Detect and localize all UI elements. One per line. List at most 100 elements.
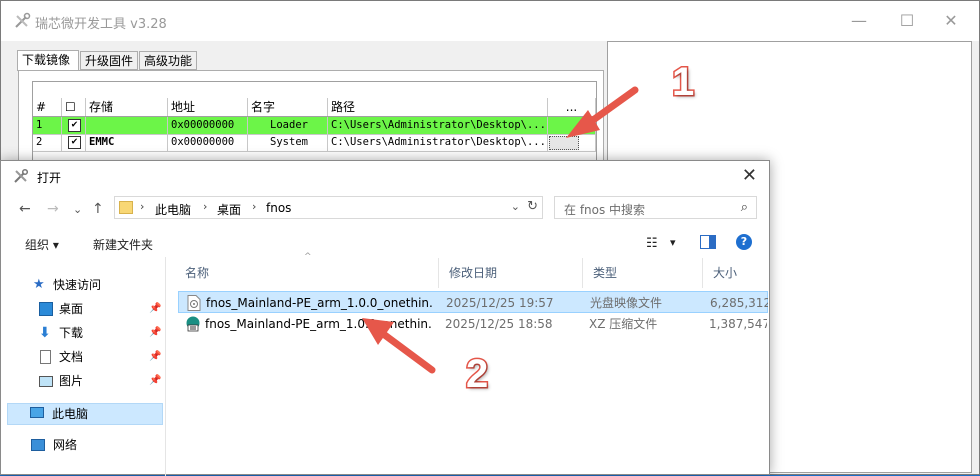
row-checkbox[interactable]: ✔	[68, 119, 81, 132]
address-bar[interactable]: › 此电脑 › 桌面 › fnos ⌄ ↻	[114, 196, 543, 219]
computer-icon	[30, 407, 44, 418]
tools-icon	[14, 168, 29, 183]
tab-advanced[interactable]: 高级功能	[139, 51, 197, 70]
pin-icon[interactable]: 📌	[149, 347, 161, 367]
column-name[interactable]: 名称	[175, 258, 439, 288]
nav-label: 下载	[59, 326, 84, 340]
forward-arrow-icon[interactable]: →	[47, 201, 59, 217]
tab-upgrade-firmware[interactable]: 升级固件	[80, 51, 138, 70]
tools-icon	[15, 12, 31, 28]
header-num[interactable]: #	[33, 98, 62, 116]
nav-label: 快速访问	[53, 278, 102, 292]
breadcrumb-fnos[interactable]: fnos	[266, 201, 291, 215]
column-size[interactable]: 大小	[703, 258, 769, 288]
recent-locations-icon[interactable]: ⌄	[73, 203, 82, 216]
row-name[interactable]: Loader	[248, 117, 328, 134]
nav-label: 此电脑	[52, 407, 89, 421]
column-type[interactable]: 类型	[583, 258, 703, 288]
tab-download-image[interactable]: 下载镜像	[17, 50, 79, 71]
dialog-close-button[interactable]: ✕	[742, 165, 757, 186]
chevron-right-icon[interactable]: ›	[252, 200, 256, 213]
file-size: 6,285,312	[710, 296, 768, 310]
picture-icon	[39, 376, 53, 387]
row-check-cell: ✔	[62, 134, 86, 151]
nav-item-desktop[interactable]: 桌面 📌	[1, 299, 163, 319]
pin-icon[interactable]: 📌	[149, 371, 161, 391]
file-row[interactable]: fnos_Mainland-PE_arm_1.0.0_onethin... 20…	[178, 313, 768, 335]
maximize-button[interactable]: ☐	[897, 11, 917, 31]
file-size: 1,387,547	[709, 317, 767, 331]
table-row[interactable]: 1 ✔ 0x00000000 Loader C:\Users\Administr…	[33, 117, 596, 135]
nav-label: 文档	[59, 350, 84, 364]
row-storage[interactable]	[86, 117, 168, 134]
row-address[interactable]: 0x00000000	[168, 117, 248, 134]
header-more[interactable]: ...	[548, 98, 596, 116]
row-checkbox[interactable]: ✔	[68, 136, 81, 149]
breadcrumb-desktop[interactable]: 桌面	[217, 201, 241, 218]
dialog-title: 打开	[37, 171, 62, 185]
preview-pane-icon[interactable]	[700, 235, 716, 252]
close-button[interactable]: ✕	[941, 11, 961, 31]
row-browse-cell[interactable]	[548, 117, 596, 134]
chevron-down-icon[interactable]: ⌄	[511, 200, 520, 213]
header-name[interactable]: 名字	[248, 98, 328, 116]
disc-image-icon	[187, 295, 201, 311]
row-num: 1	[33, 117, 62, 134]
table-row[interactable]: 2 ✔ EMMC 0x00000000 System C:\Users\Admi…	[33, 134, 596, 152]
minimize-button[interactable]: —	[849, 11, 869, 31]
dialog-title-bar: 打开 ✕	[1, 161, 769, 191]
column-date[interactable]: 修改日期	[439, 258, 583, 288]
help-icon[interactable]: ?	[736, 234, 752, 250]
document-icon	[40, 350, 51, 364]
row-path[interactable]: C:\Users\Administrator\Desktop\...	[328, 117, 548, 134]
refresh-icon[interactable]: ↻	[527, 199, 538, 214]
pin-icon[interactable]: 📌	[149, 299, 161, 319]
nav-item-quick-access[interactable]: ★ 快速访问	[1, 275, 163, 295]
new-folder-button[interactable]: 新建文件夹	[93, 236, 153, 253]
nav-item-pictures[interactable]: 图片 📌	[1, 371, 163, 391]
command-bar: 组织 ▾ 新建文件夹 ☷ ▾ ?	[1, 229, 769, 257]
file-date: 2025/12/25 18:58	[445, 317, 553, 331]
nav-item-network[interactable]: 网络	[1, 435, 163, 455]
file-type: 光盘映像文件	[590, 296, 663, 310]
app-title: 瑞芯微开发工具 v3.28	[35, 17, 167, 32]
chevron-right-icon[interactable]: ›	[203, 200, 207, 213]
header-path[interactable]: 路径	[328, 98, 548, 116]
nav-item-downloads[interactable]: ⬇ 下载 📌	[1, 323, 163, 343]
nav-item-this-pc[interactable]: 此电脑	[7, 403, 163, 425]
row-num: 2	[33, 134, 62, 151]
header-storage[interactable]: 存储	[86, 98, 168, 116]
file-list-header: ^ 名称 修改日期 类型 大小	[167, 252, 771, 288]
open-file-dialog: 打开 ✕ ← → ⌄ ↑ › 此电脑 › 桌面 › fnos ⌄ ↻ 在 fno…	[0, 160, 771, 476]
search-icon: ⌕	[740, 200, 748, 215]
header-check[interactable]: ☐	[62, 98, 86, 116]
chevron-right-icon: ›	[140, 200, 145, 213]
file-name: fnos_Mainland-PE_arm_1.0.0_onethin...	[205, 317, 433, 331]
breadcrumb-this-pc[interactable]: 此电脑	[155, 201, 191, 218]
pin-icon[interactable]: 📌	[149, 323, 161, 343]
row-storage[interactable]: EMMC	[86, 134, 168, 151]
folder-icon	[119, 201, 133, 214]
search-box[interactable]: 在 fnos 中搜索 ⌕	[554, 196, 757, 219]
view-dropdown[interactable]: ▾	[670, 236, 676, 249]
nav-label: 图片	[59, 374, 84, 388]
desktop-icon	[39, 302, 53, 316]
app-title-bar: 瑞芯微开发工具 v3.28 — ☐ ✕	[1, 1, 979, 41]
back-arrow-icon[interactable]: ←	[19, 201, 31, 217]
row-path[interactable]: C:\Users\Administrator\Desktop\...	[328, 134, 548, 151]
up-arrow-icon[interactable]: ↑	[92, 201, 104, 217]
file-name: fnos_Mainland-PE_arm_1.0.0_onethin...	[206, 296, 434, 310]
file-row[interactable]: fnos_Mainland-PE_arm_1.0.0_onethin... 20…	[178, 291, 768, 313]
view-options-icon[interactable]: ☷	[646, 236, 658, 251]
row-check-cell: ✔	[62, 117, 86, 134]
row-address[interactable]: 0x00000000	[168, 134, 248, 151]
row-name[interactable]: System	[248, 134, 328, 151]
nav-item-documents[interactable]: 文档 📌	[1, 347, 163, 367]
header-address[interactable]: 地址	[168, 98, 248, 116]
browse-file-button[interactable]	[549, 136, 579, 150]
search-input[interactable]: 在 fnos 中搜索	[564, 201, 645, 218]
organize-button[interactable]: 组织 ▾	[25, 236, 59, 253]
network-icon	[31, 439, 45, 451]
annotation-step-2: 2	[464, 351, 489, 398]
navigation-pane: ★ 快速访问 桌面 📌 ⬇ 下载 📌 文档 📌 图片 📌 此电脑 网络	[1, 257, 165, 476]
